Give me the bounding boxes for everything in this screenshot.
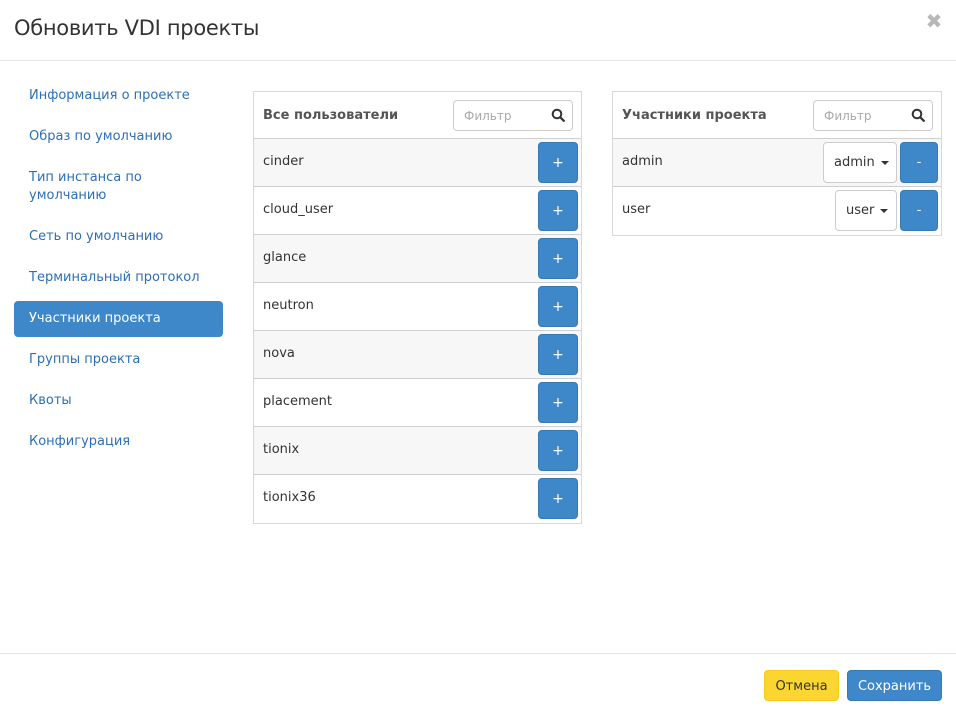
user-name: tionix36 bbox=[263, 490, 316, 505]
project-members-title: Участники проекта bbox=[622, 108, 767, 123]
user-row: tionix36 + bbox=[254, 475, 581, 523]
all-users-header: Все пользователи bbox=[254, 92, 581, 139]
user-name: neutron bbox=[263, 298, 314, 313]
save-button[interactable]: Сохранить bbox=[847, 670, 942, 701]
user-row: nova + bbox=[254, 331, 581, 379]
user-name: cloud_user bbox=[263, 202, 334, 217]
cancel-button[interactable]: Отмена bbox=[764, 670, 839, 701]
add-user-button[interactable]: + bbox=[538, 478, 578, 519]
user-name: nova bbox=[263, 346, 295, 361]
close-button[interactable]: ✖ bbox=[924, 10, 944, 32]
role-select-value: admin bbox=[834, 155, 875, 170]
user-name: cinder bbox=[263, 154, 304, 169]
sidebar-item-terminal-protocol[interactable]: Терминальный протокол bbox=[14, 260, 223, 296]
all-users-filter-input[interactable] bbox=[454, 101, 544, 130]
remove-member-button[interactable]: - bbox=[900, 190, 938, 231]
modal-footer: Отмена Сохранить bbox=[0, 653, 956, 714]
close-icon: ✖ bbox=[925, 9, 943, 33]
search-icon[interactable] bbox=[551, 108, 565, 122]
sidebar-item-project-groups[interactable]: Группы проекта bbox=[14, 342, 223, 378]
remove-member-button[interactable]: - bbox=[900, 142, 938, 183]
add-user-button[interactable]: + bbox=[538, 142, 578, 183]
user-row: neutron + bbox=[254, 283, 581, 331]
caret-down-icon bbox=[880, 208, 889, 213]
modal-header: Обновить VDI проекты ✖ bbox=[0, 0, 956, 61]
user-name: placement bbox=[263, 394, 332, 409]
sidebar-item-default-flavor[interactable]: Тип инстанса по умолчанию bbox=[14, 160, 223, 214]
member-row: admin admin - bbox=[613, 139, 941, 187]
modal-title: Обновить VDI проекты bbox=[14, 16, 260, 40]
all-users-title: Все пользователи bbox=[263, 108, 399, 123]
add-user-button[interactable]: + bbox=[538, 286, 578, 327]
project-members-panel: Участники проекта admin admin - user use… bbox=[612, 91, 942, 236]
user-row: cinder + bbox=[254, 139, 581, 187]
member-name: admin bbox=[622, 154, 663, 169]
sidebar-item-default-image[interactable]: Образ по умолчанию bbox=[14, 119, 223, 155]
caret-down-icon bbox=[880, 160, 889, 165]
sidebar-item-project-members[interactable]: Участники проекта bbox=[14, 301, 223, 337]
project-members-header: Участники проекта bbox=[613, 92, 941, 139]
user-name: glance bbox=[263, 250, 307, 265]
all-users-filter bbox=[453, 100, 573, 131]
role-select[interactable]: user bbox=[835, 190, 897, 231]
user-row: placement + bbox=[254, 379, 581, 427]
wizard-sidebar: Информация о проекте Образ по умолчанию … bbox=[14, 78, 223, 465]
add-user-button[interactable]: + bbox=[538, 238, 578, 279]
user-row: glance + bbox=[254, 235, 581, 283]
user-row: tionix + bbox=[254, 427, 581, 475]
project-members-filter bbox=[813, 100, 933, 131]
add-user-button[interactable]: + bbox=[538, 430, 578, 471]
all-users-panel: Все пользователи cinder+cloud_user+glanc… bbox=[253, 91, 582, 524]
project-members-filter-input[interactable] bbox=[814, 101, 904, 130]
role-select-value: user bbox=[846, 203, 875, 218]
member-row: user user - bbox=[613, 187, 941, 235]
search-icon[interactable] bbox=[911, 108, 925, 122]
sidebar-item-quotas[interactable]: Квоты bbox=[14, 383, 223, 419]
add-user-button[interactable]: + bbox=[538, 382, 578, 423]
add-user-button[interactable]: + bbox=[538, 190, 578, 231]
member-name: user bbox=[622, 202, 651, 217]
user-row: cloud_user + bbox=[254, 187, 581, 235]
sidebar-item-configuration[interactable]: Конфигурация bbox=[14, 424, 223, 460]
sidebar-item-default-network[interactable]: Сеть по умолчанию bbox=[14, 219, 223, 255]
sidebar-item-project-info[interactable]: Информация о проекте bbox=[14, 78, 223, 114]
role-select[interactable]: admin bbox=[823, 142, 897, 183]
add-user-button[interactable]: + bbox=[538, 334, 578, 375]
user-name: tionix bbox=[263, 442, 300, 457]
all-users-list: cinder + cloud_user + glance + neutron + nova + pl… bbox=[254, 139, 581, 523]
